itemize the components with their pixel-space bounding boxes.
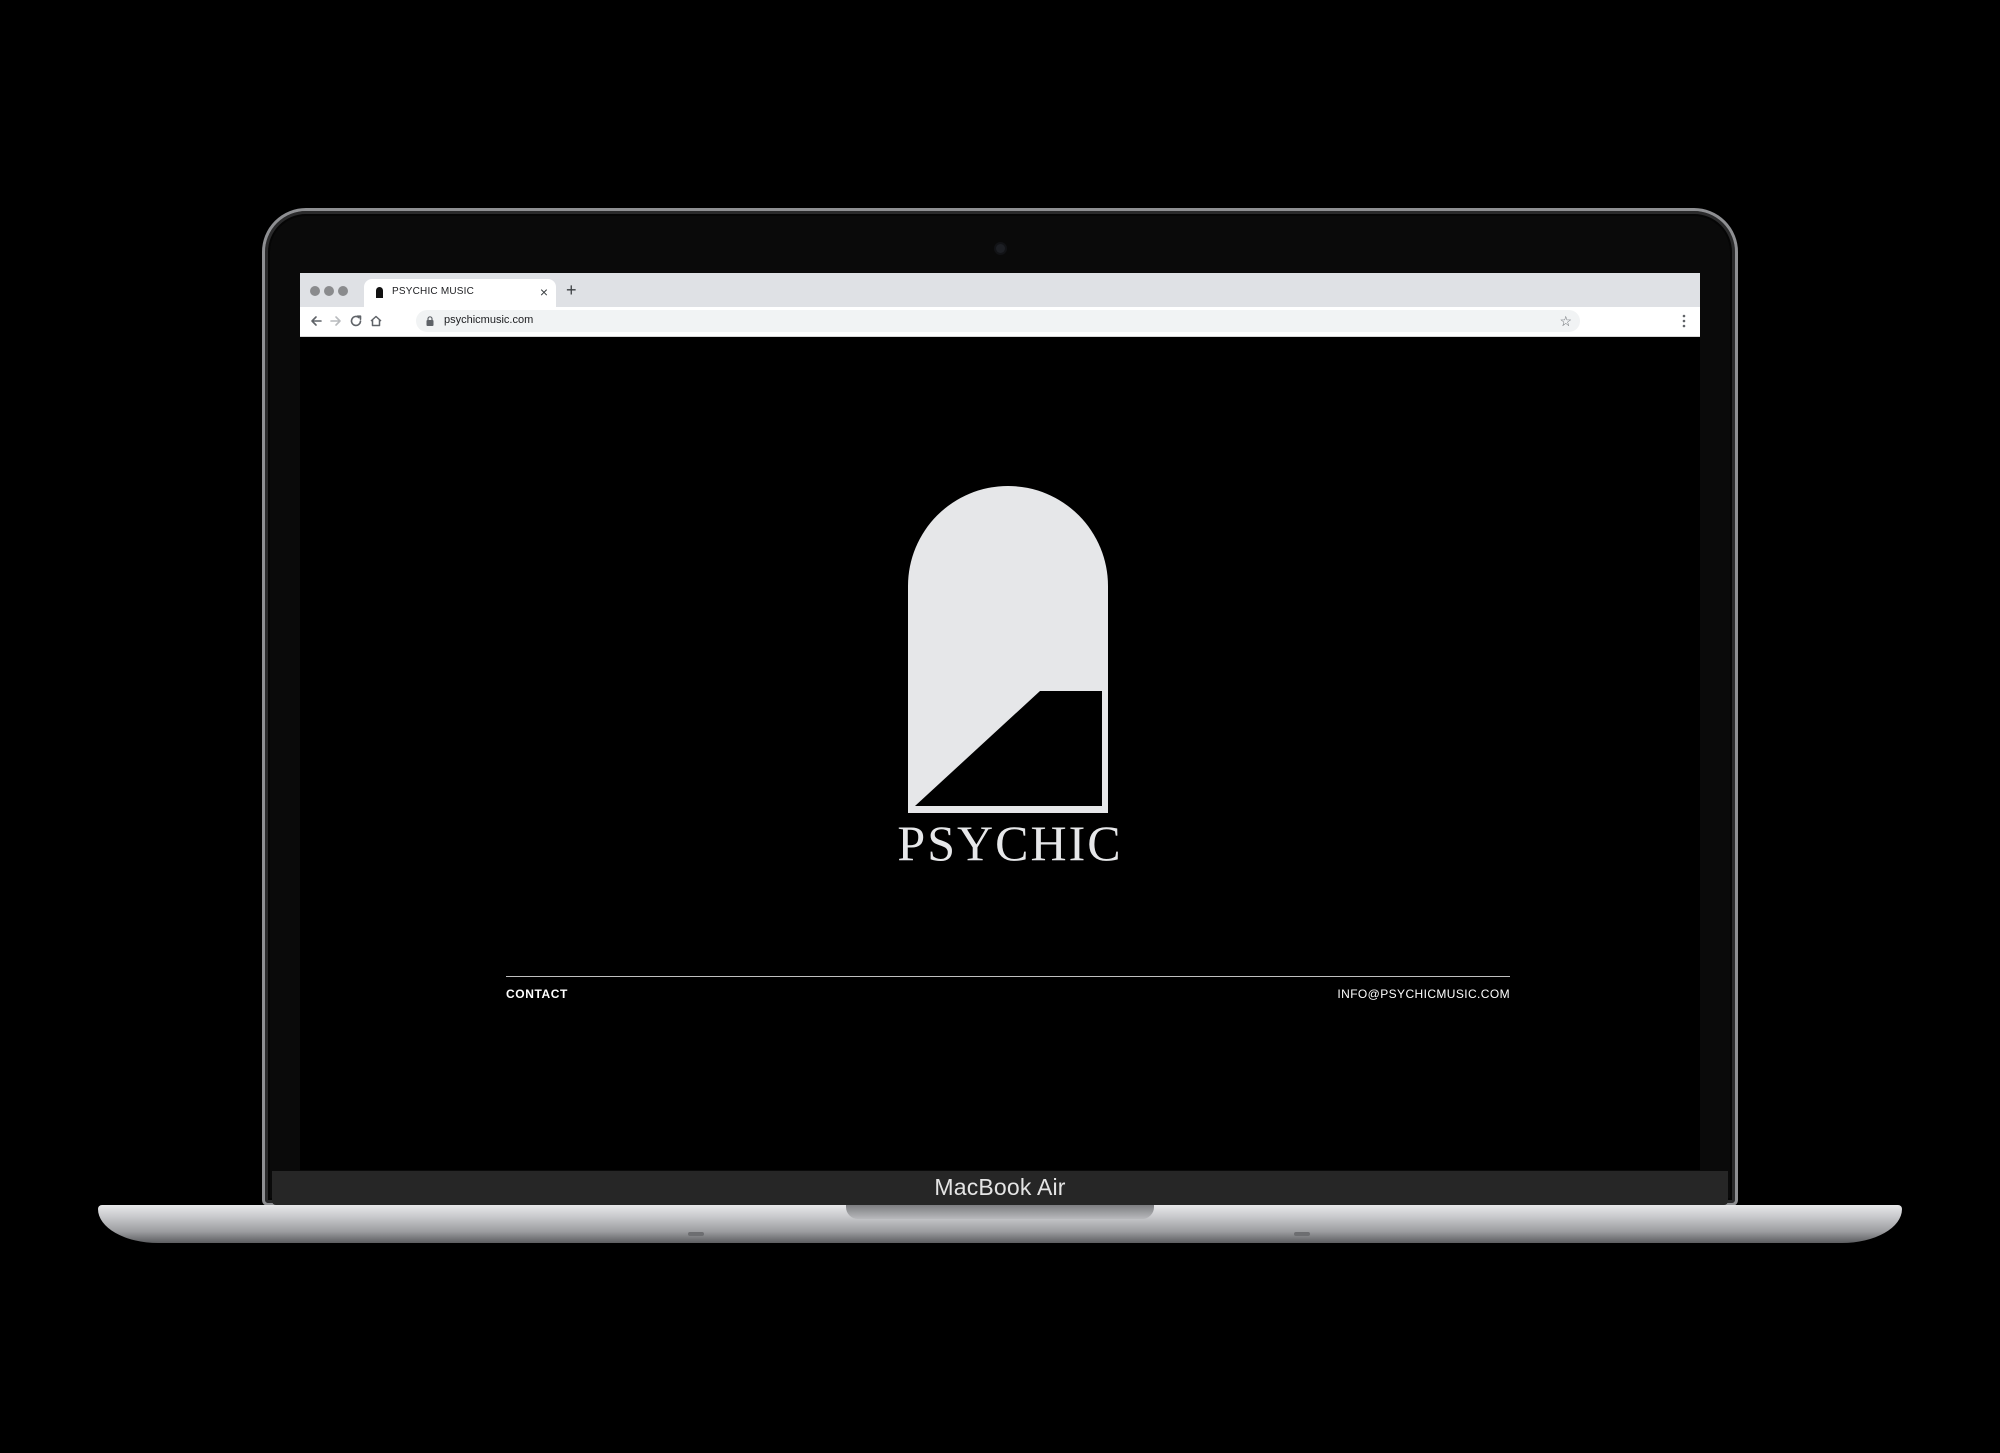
browser-window: PSYCHIC MUSIC × + psychicmusic.com ☆ PSY… — [300, 273, 1700, 1170]
browser-toolbar: psychicmusic.com ☆ — [300, 307, 1700, 337]
tab-strip: PSYCHIC MUSIC × + — [300, 273, 1700, 307]
reload-icon[interactable] — [348, 313, 364, 329]
webcam — [996, 244, 1005, 253]
new-tab-icon[interactable]: + — [566, 279, 577, 301]
minimize-window-dot[interactable] — [324, 286, 334, 296]
browser-tab[interactable]: PSYCHIC MUSIC × — [364, 279, 556, 307]
more-menu-icon[interactable] — [1682, 313, 1686, 329]
close-window-dot[interactable] — [310, 286, 320, 296]
laptop-foot — [688, 1232, 704, 1236]
back-arrow-icon[interactable] — [308, 313, 324, 329]
contact-label: CONTACT — [506, 987, 568, 1001]
home-icon[interactable] — [368, 313, 384, 329]
tab-title: PSYCHIC MUSIC — [392, 286, 475, 297]
psychic-logo-icon — [908, 486, 1108, 813]
address-bar[interactable]: psychicmusic.com ☆ — [416, 310, 1580, 332]
favicon-icon — [376, 287, 383, 298]
lid-notch — [846, 1205, 1154, 1219]
contact-email-link[interactable]: INFO@PSYCHICMUSIC.COM — [1337, 987, 1510, 1001]
zoom-window-dot[interactable] — [338, 286, 348, 296]
laptop-chin: MacBook Air — [272, 1171, 1728, 1205]
footer-divider — [506, 976, 1510, 977]
laptop-foot — [1294, 1232, 1310, 1236]
device-label: MacBook Air — [934, 1174, 1066, 1200]
url-text[interactable]: psychicmusic.com — [444, 314, 533, 326]
bookmark-star-icon[interactable]: ☆ — [1559, 312, 1572, 330]
brand-wordmark: PSYCHIC — [897, 815, 1123, 871]
lock-icon — [426, 316, 434, 326]
forward-arrow-icon[interactable] — [328, 313, 344, 329]
close-tab-icon[interactable]: × — [540, 283, 548, 301]
